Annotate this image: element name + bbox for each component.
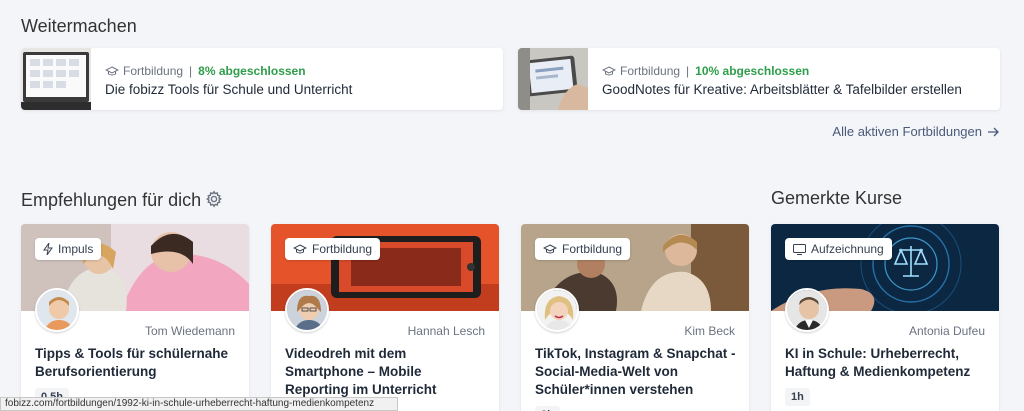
course-thumbnail (21, 48, 91, 110)
author-name: Hannah Lesch (407, 324, 485, 338)
course-card[interactable]: Fortbildung Kim Beck TikTok, Instagram &… (521, 224, 749, 411)
graduation-cap-icon (293, 244, 307, 254)
all-active-courses-label: Alle aktiven Fortbildungen (832, 124, 982, 139)
gear-icon[interactable] (205, 190, 223, 208)
saved-course-card[interactable]: Aufzeichnung Antonia Dufeu KI in Schule:… (771, 224, 999, 411)
all-active-courses-link[interactable]: Alle aktiven Fortbildungen (832, 124, 1000, 139)
author-name: Tom Wiedemann (144, 324, 235, 338)
avatar (535, 288, 579, 332)
lightning-icon (43, 243, 53, 255)
continue-heading: Weitermachen (21, 16, 137, 36)
course-title[interactable]: Videodreh mit dem Smartphone – Mobile Re… (285, 345, 487, 399)
graduation-cap-icon (602, 66, 616, 76)
avatar (285, 288, 329, 332)
course-title[interactable]: Tipps & Tools für schülernahe Berufsorie… (35, 345, 237, 381)
duration-badge: 3h (535, 406, 560, 411)
author-name: Antonia Dufeu (908, 324, 985, 338)
recommendations-heading: Empfehlungen für dich (21, 190, 202, 210)
duration-badge: 1h (785, 388, 810, 406)
graduation-cap-icon (105, 66, 119, 76)
course-card[interactable]: Fortbildung Hannah Lesch Videodreh mit d… (271, 224, 499, 411)
arrow-right-icon (988, 127, 999, 136)
course-title[interactable]: GoodNotes für Kreative: Arbeitsblätter &… (602, 82, 962, 97)
continue-course-card[interactable]: Fortbildung | 8% abgeschlossen Die fobiz… (21, 48, 503, 110)
course-title[interactable]: Die fobizz Tools für Schule und Unterric… (105, 82, 352, 97)
course-type: Fortbildung (620, 64, 681, 78)
progress-text: 8% abgeschlossen (198, 64, 306, 78)
course-title[interactable]: KI in Schule: Urheberrecht, Haftung & Me… (785, 345, 987, 381)
author-name: Kim Beck (684, 324, 735, 338)
course-type-badge: Impuls (35, 238, 102, 260)
course-title[interactable]: TikTok, Instagram & Snapchat - Social-Me… (535, 345, 737, 399)
continue-course-card[interactable]: Fortbildung | 10% abgeschlossen GoodNote… (518, 48, 1000, 110)
course-type-badge: Aufzeichnung (785, 238, 892, 260)
saved-courses-heading: Gemerkte Kurse (771, 188, 903, 208)
course-type-badge: Fortbildung (535, 238, 631, 260)
monitor-icon (793, 243, 806, 255)
progress-text: 10% abgeschlossen (695, 64, 810, 78)
graduation-cap-icon (543, 244, 557, 254)
browser-status-url: fobizz.com/fortbildungen/1992-ki-in-schu… (0, 397, 398, 411)
course-card[interactable]: Impuls Tom Wiedemann Tipps & Tools für s… (21, 224, 249, 411)
course-thumbnail (518, 48, 588, 110)
avatar (35, 288, 79, 332)
avatar (785, 288, 829, 332)
course-type-badge: Fortbildung (285, 238, 381, 260)
course-type: Fortbildung (123, 64, 184, 78)
